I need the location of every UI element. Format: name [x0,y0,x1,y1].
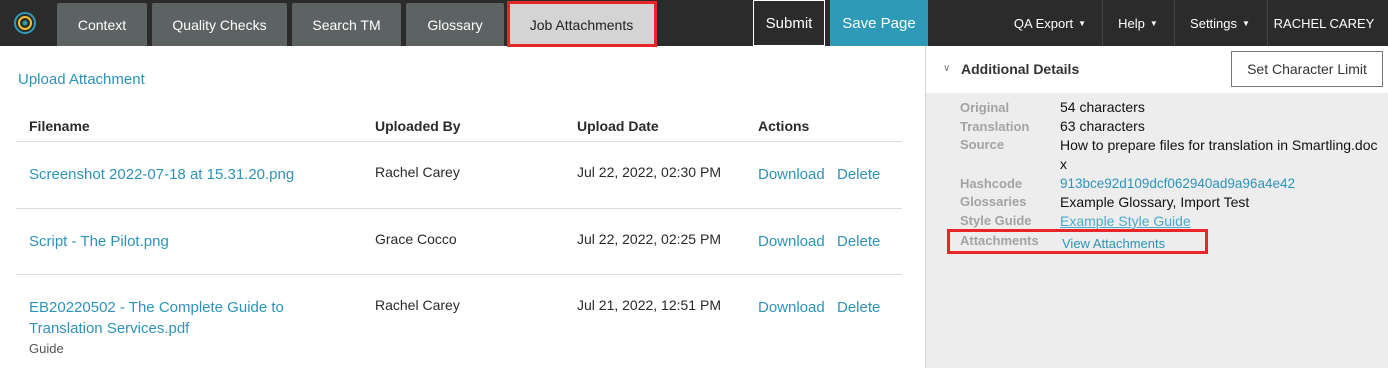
delete-link[interactable]: Delete [837,166,880,183]
top-bar: Context Quality Checks Search TM Glossar… [0,0,1388,47]
upload-date-cell: Jul 21, 2022, 12:51 PM [577,297,721,313]
panel-header: ∨ Additional Details Set Character Limit [926,46,1388,93]
filename-link[interactable]: EB20220502 - The Complete Guide to Trans… [29,297,329,339]
row-divider [16,141,902,142]
uploaded-by-cell: Grace Cocco [375,231,457,247]
row-divider [16,274,902,275]
detail-value-hashcode[interactable]: 913bce92d109dcf062940ad9a96a4e42 [1060,174,1380,193]
detail-label-attachments: Attachments [960,233,1039,248]
save-page-button[interactable]: Save Page [830,0,928,46]
detail-label-style-guide: Style Guide [960,213,1032,228]
caret-down-icon: ▼ [1078,18,1087,28]
chevron-down-icon[interactable]: ∨ [943,63,950,74]
additional-details-panel: ∨ Additional Details Set Character Limit… [925,46,1388,368]
tab-glossary[interactable]: Glossary [406,3,504,46]
set-character-limit-button[interactable]: Set Character Limit [1231,51,1383,87]
user-menu[interactable]: RACHEL CAREY [1268,0,1380,46]
smartling-logo-icon[interactable] [13,11,37,35]
filename-subtext: Guide [29,341,64,356]
column-header-filename: Filename [29,118,90,134]
download-link[interactable]: Download [758,233,825,250]
settings-menu[interactable]: Settings ▼ [1175,0,1265,46]
column-header-upload-date: Upload Date [577,118,659,134]
filename-link[interactable]: Script - The Pilot.png [29,231,349,252]
delete-link[interactable]: Delete [837,299,880,316]
attachments-panel: Upload Attachment Filename Uploaded By U… [0,46,925,368]
delete-link[interactable]: Delete [837,233,880,250]
detail-value-source: How to prepare files for translation in … [1060,137,1378,172]
upload-date-cell: Jul 22, 2022, 02:25 PM [577,231,721,247]
qa-export-label: QA Export [1013,15,1074,31]
settings-label: Settings [1190,15,1238,31]
uploaded-by-cell: Rachel Carey [375,164,460,180]
qa-export-menu[interactable]: QA Export ▼ [1000,0,1100,46]
row-divider [16,208,902,209]
column-header-actions: Actions [758,118,810,134]
download-link[interactable]: Download [758,166,825,183]
download-link[interactable]: Download [758,299,825,316]
column-header-uploaded-by: Uploaded By [375,118,461,134]
detail-label-original: Original [960,100,1010,115]
detail-value-glossaries: Example Glossary, Import Test [1060,194,1250,210]
upload-attachment-link[interactable]: Upload Attachment [18,71,145,88]
detail-value-translation: 63 characters [1060,118,1145,134]
filename-link[interactable]: Screenshot 2022-07-18 at 15.31.20.png [29,164,349,185]
uploaded-by-cell: Rachel Carey [375,297,460,313]
detail-label-translation: Translation [960,119,1030,134]
help-menu[interactable]: Help ▼ [1103,0,1173,46]
submit-button[interactable]: Submit [753,0,825,46]
tab-search-tm[interactable]: Search TM [292,3,401,46]
tab-context[interactable]: Context [57,3,147,46]
caret-down-icon: ▼ [1149,18,1158,28]
upload-date-cell: Jul 22, 2022, 02:30 PM [577,164,721,180]
style-guide-link[interactable]: Example Style Guide [1060,212,1380,231]
tab-quality-checks[interactable]: Quality Checks [152,3,287,46]
detail-value-original: 54 characters [1060,99,1145,115]
user-name: RACHEL CAREY [1273,15,1375,31]
panel-title[interactable]: Additional Details [961,61,1079,77]
detail-label-hashcode: Hashcode [960,176,1023,191]
tab-job-attachments[interactable]: Job Attachments [509,3,654,46]
view-attachments-link[interactable]: View Attachments [1062,234,1382,253]
caret-down-icon: ▼ [1242,18,1250,28]
detail-label-source: Source [960,137,1005,152]
help-label: Help [1118,15,1145,31]
detail-label-glossaries: Glossaries [960,194,1027,209]
